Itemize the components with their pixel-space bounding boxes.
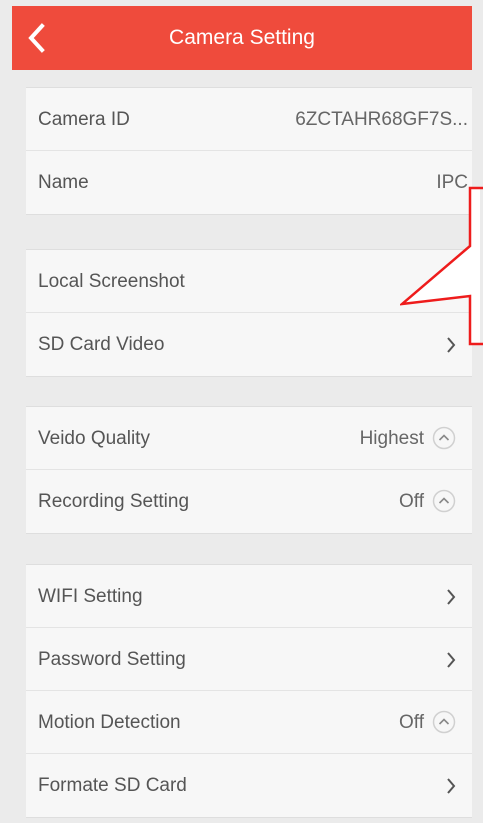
recording-setting-label: Recording Setting bbox=[38, 491, 190, 512]
motion-detection-value: Off bbox=[399, 712, 424, 733]
name-label: Name bbox=[38, 172, 89, 193]
quality-group: Veido Quality Highest Recording Setting … bbox=[26, 406, 472, 534]
page-title: Camera Setting bbox=[169, 26, 315, 49]
video-quality-label: Veido Quality bbox=[38, 428, 150, 449]
local-screenshot-label: Local Screenshot bbox=[38, 271, 185, 292]
motion-detection-row[interactable]: Motion Detection Off bbox=[26, 691, 472, 754]
wifi-setting-label: WIFI Setting bbox=[38, 586, 143, 607]
chevron-right-icon bbox=[447, 589, 456, 605]
password-setting-label: Password Setting bbox=[38, 649, 186, 670]
annotation-callout bbox=[400, 186, 483, 346]
chevron-up-circle-icon[interactable] bbox=[432, 426, 456, 450]
format-sd-card-row[interactable]: Formate SD Card bbox=[26, 754, 472, 817]
password-setting-row[interactable]: Password Setting bbox=[26, 628, 472, 691]
wifi-setting-row[interactable]: WIFI Setting bbox=[26, 565, 472, 628]
chevron-right-icon bbox=[447, 652, 456, 668]
recording-setting-value: Off bbox=[399, 491, 424, 512]
sd-card-video-label: SD Card Video bbox=[38, 334, 165, 355]
recording-setting-row[interactable]: Recording Setting Off bbox=[26, 470, 472, 533]
motion-detection-label: Motion Detection bbox=[38, 712, 181, 733]
chevron-up-circle-icon[interactable] bbox=[432, 489, 456, 513]
camera-id-value: 6ZCTAHR68GF7S... bbox=[295, 109, 468, 130]
video-quality-row[interactable]: Veido Quality Highest bbox=[26, 407, 472, 470]
camera-id-label: Camera ID bbox=[38, 109, 130, 130]
header-bar: Camera Setting bbox=[12, 6, 472, 70]
chevron-up-circle-icon[interactable] bbox=[432, 710, 456, 734]
camera-id-row: Camera ID 6ZCTAHR68GF7S... bbox=[26, 88, 472, 151]
video-quality-value: Highest bbox=[359, 428, 424, 449]
format-sd-card-label: Formate SD Card bbox=[38, 775, 187, 796]
device-settings-group: WIFI Setting Password Setting Motion Det… bbox=[26, 564, 472, 818]
chevron-right-icon bbox=[447, 778, 456, 794]
